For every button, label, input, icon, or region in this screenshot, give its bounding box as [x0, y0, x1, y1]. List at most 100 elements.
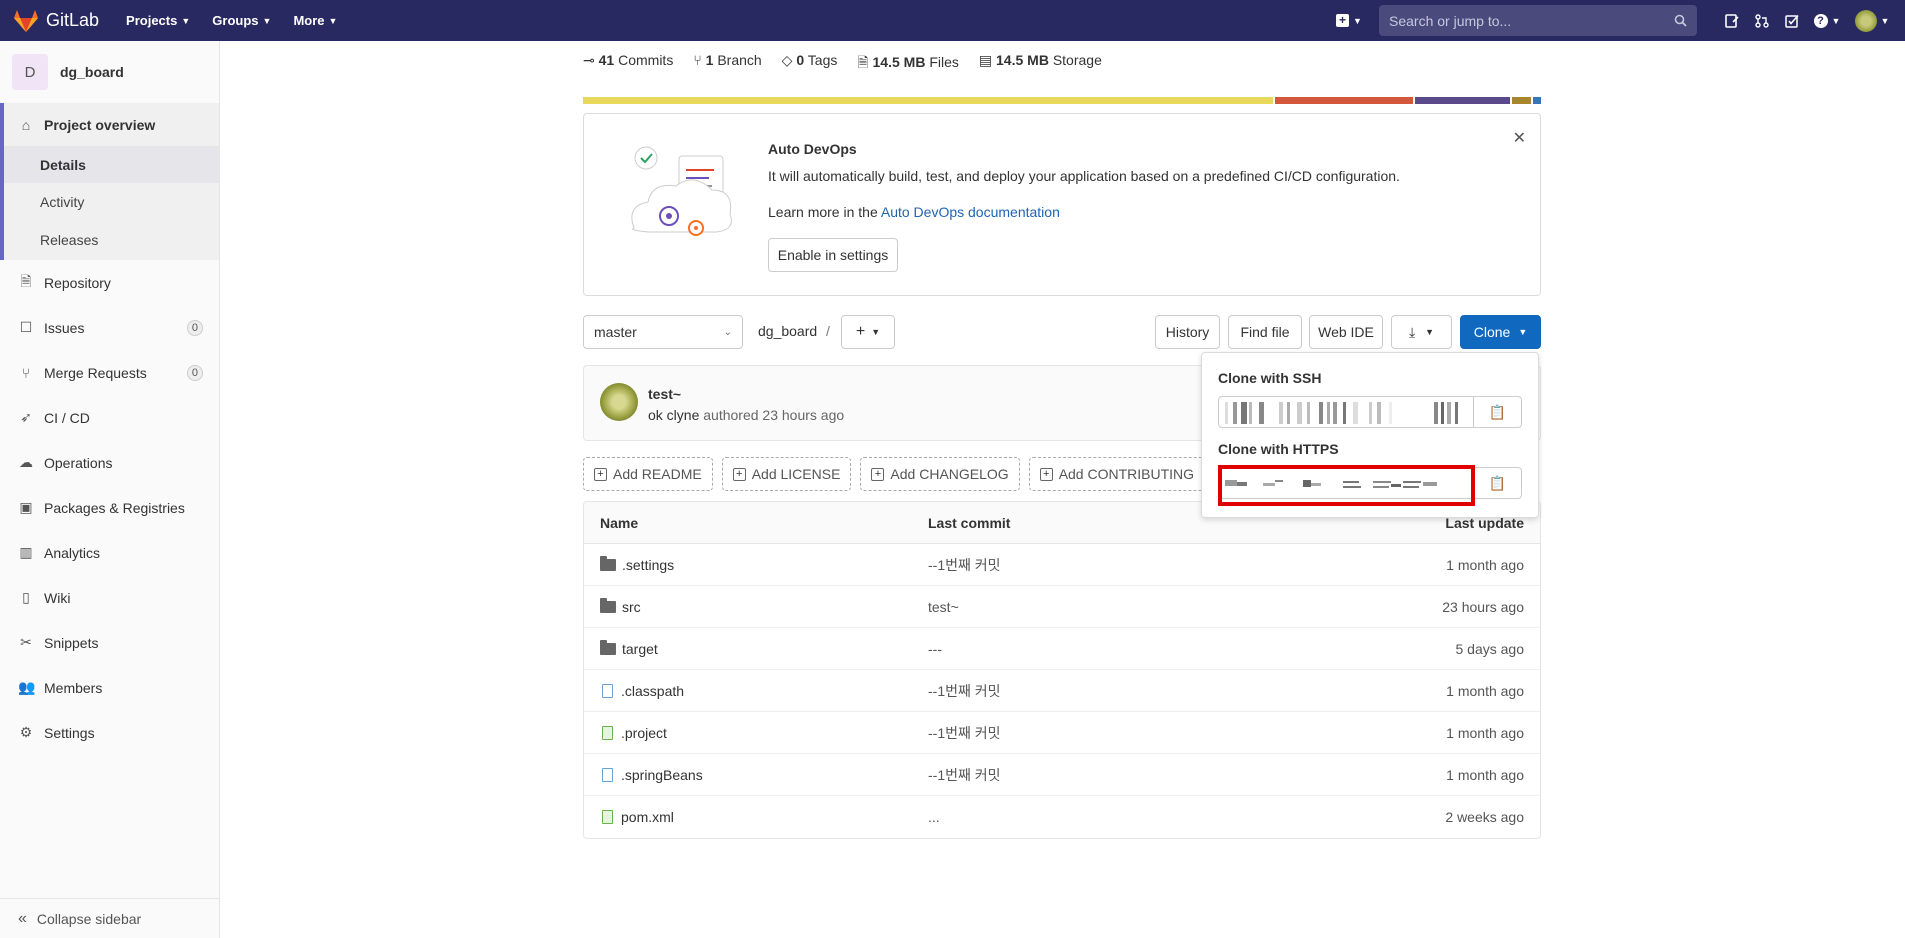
- last-commit-cell[interactable]: --1번째 커밋: [928, 681, 1001, 701]
- web-ide-button[interactable]: Web IDE: [1309, 315, 1383, 349]
- sidebar-item-project-overview[interactable]: ⌂ Project overview: [4, 103, 219, 146]
- clone-ssh-url-field[interactable]: [1218, 396, 1474, 428]
- last-update-cell: 1 month ago: [1446, 766, 1524, 783]
- collapse-sidebar-button[interactable]: « Collapse sidebar: [0, 898, 220, 938]
- file-name: .settings: [622, 556, 675, 573]
- project-header[interactable]: D dg_board: [0, 41, 219, 103]
- commits-stat[interactable]: ⊸ 41 Commits: [583, 52, 673, 76]
- find-file-button[interactable]: Find file: [1228, 315, 1302, 349]
- enable-in-settings-button[interactable]: Enable in settings: [768, 238, 898, 272]
- sidebar-item-ci-cd[interactable]: ➶ CI / CD: [0, 395, 219, 440]
- sidebar-item-analytics[interactable]: ▥ Analytics: [0, 530, 219, 575]
- sidebar-item-label: Analytics: [44, 544, 101, 561]
- sidebar-item-packages[interactable]: ▣ Packages & Registries: [0, 485, 219, 530]
- add-readme-button[interactable]: + Add README: [583, 457, 713, 491]
- breadcrumb-separator: /: [826, 323, 830, 339]
- add-to-tree-button[interactable]: + ▼: [841, 315, 895, 349]
- clone-https-label: Clone with HTTPS: [1218, 441, 1339, 457]
- commits-label: Commits: [618, 52, 674, 68]
- file-icon: 🗎: [857, 54, 869, 70]
- sidebar-item-repository[interactable]: 🗎 Repository: [0, 260, 219, 305]
- sidebar-subitem-releases[interactable]: Releases: [4, 220, 219, 260]
- tanuki-icon: [14, 9, 38, 32]
- file-name-cell[interactable]: pom.xml: [600, 809, 674, 825]
- add-contributing-button[interactable]: + Add CONTRIBUTING: [1028, 457, 1206, 491]
- search-input[interactable]: Search or jump to...: [1379, 5, 1697, 36]
- sidebar-subitem-details[interactable]: Details: [4, 146, 219, 183]
- add-changelog-button[interactable]: + Add CHANGELOG: [860, 457, 1020, 491]
- sidebar-item-merge-requests[interactable]: ⑂ Merge Requests 0: [0, 350, 219, 395]
- branch-name: master: [594, 324, 637, 340]
- package-icon: ▣: [19, 499, 33, 515]
- storage-size: 14.5 MB: [996, 52, 1049, 68]
- sidebar-item-wiki[interactable]: ▯ Wiki: [0, 575, 219, 620]
- file-name-cell[interactable]: target: [600, 639, 658, 657]
- merge-requests-nav-button[interactable]: [1747, 0, 1777, 41]
- issues-nav-button[interactable]: [1717, 0, 1747, 41]
- download-dropdown-button[interactable]: ⤓ ▼: [1391, 315, 1452, 349]
- table-row[interactable]: .project --1번째 커밋 1 month ago: [584, 712, 1540, 754]
- chevron-down-icon: ▼: [871, 327, 881, 337]
- devops-docs-link[interactable]: Auto DevOps documentation: [881, 204, 1060, 220]
- nav-groups[interactable]: Groups ▼: [212, 13, 271, 28]
- last-commit-cell[interactable]: ---: [928, 641, 942, 657]
- file-name-cell[interactable]: .settings: [600, 555, 675, 573]
- new-dropdown-button[interactable]: + ▼: [1329, 0, 1369, 41]
- repository-languages-bar[interactable]: [583, 97, 1541, 104]
- sidebar-item-issues[interactable]: ☐ Issues 0: [0, 305, 219, 350]
- issues-count-badge: 0: [186, 319, 203, 336]
- branch-count: 1: [705, 52, 714, 68]
- commit-author-avatar[interactable]: [600, 383, 638, 421]
- files-stat[interactable]: 🗎 14.5 MB Files: [857, 52, 959, 76]
- last-commit-cell[interactable]: --1번째 커밋: [928, 723, 1001, 743]
- nav-projects[interactable]: Projects ▼: [126, 13, 190, 28]
- last-commit-cell[interactable]: --1번째 커밋: [928, 555, 1001, 575]
- language-segment: [1415, 97, 1510, 104]
- sidebar-item-snippets[interactable]: ✂ Snippets: [0, 620, 219, 665]
- file-name-cell[interactable]: .springBeans: [600, 767, 703, 783]
- branch-select[interactable]: master ⌄: [583, 315, 743, 349]
- last-commit-cell[interactable]: test~: [928, 599, 959, 615]
- last-commit-cell[interactable]: ...: [928, 809, 940, 825]
- gitlab-logo[interactable]: GitLab: [14, 9, 99, 32]
- todos-nav-button[interactable]: [1777, 0, 1807, 41]
- table-row[interactable]: src test~ 23 hours ago: [584, 586, 1540, 628]
- sidebar-subitem-activity[interactable]: Activity: [4, 183, 219, 220]
- commit-meta: ok clyne authored 23 hours ago: [648, 407, 844, 423]
- table-row[interactable]: .classpath --1번째 커밋 1 month ago: [584, 670, 1540, 712]
- close-icon[interactable]: ✕: [1513, 128, 1526, 148]
- sidebar-item-operations[interactable]: ☁ Operations: [0, 440, 219, 485]
- nav-more[interactable]: More ▼: [293, 13, 337, 28]
- file-name-cell[interactable]: .classpath: [600, 683, 684, 699]
- user-menu-button[interactable]: ▼: [1847, 0, 1897, 41]
- double-chevron-left-icon: «: [18, 909, 27, 927]
- project-name: dg_board: [60, 64, 124, 80]
- branch-stat[interactable]: ⑂ 1 Branch: [693, 52, 761, 76]
- copy-https-url-button[interactable]: 📋: [1474, 467, 1522, 499]
- table-row[interactable]: pom.xml ... 2 weeks ago: [584, 796, 1540, 838]
- tags-label: Tags: [807, 52, 838, 68]
- sidebar-item-settings[interactable]: ⚙ Settings: [0, 710, 219, 755]
- commit-title[interactable]: test~: [648, 386, 681, 402]
- history-button[interactable]: History: [1155, 315, 1220, 349]
- table-row[interactable]: target --- 5 days ago: [584, 628, 1540, 670]
- last-commit-cell[interactable]: --1번째 커밋: [928, 765, 1001, 785]
- file-name-cell[interactable]: .project: [600, 725, 667, 741]
- help-dropdown-button[interactable]: ? ▼: [1807, 0, 1847, 41]
- sidebar-item-label: Wiki: [44, 589, 71, 606]
- tags-stat[interactable]: ◇ 0 Tags: [782, 52, 838, 76]
- clone-button[interactable]: Clone ▼: [1460, 315, 1541, 349]
- clipboard-icon: 📋: [1488, 474, 1507, 491]
- table-row[interactable]: .springBeans --1번째 커밋 1 month ago: [584, 754, 1540, 796]
- chevron-down-icon: ▼: [1880, 15, 1890, 26]
- copy-ssh-url-button[interactable]: 📋: [1474, 396, 1522, 428]
- add-license-button[interactable]: + Add LICENSE: [721, 457, 852, 491]
- file-name-cell[interactable]: src: [600, 597, 641, 615]
- issues-icon: ☐: [19, 319, 33, 335]
- table-row[interactable]: .settings --1번째 커밋 1 month ago: [584, 544, 1540, 586]
- devops-title: Auto DevOps: [768, 141, 857, 157]
- breadcrumb[interactable]: dg_board: [758, 323, 817, 339]
- commit-author[interactable]: ok clyne: [648, 407, 699, 423]
- sidebar-item-members[interactable]: 👥 Members: [0, 665, 219, 710]
- storage-icon: ▤: [978, 52, 993, 68]
